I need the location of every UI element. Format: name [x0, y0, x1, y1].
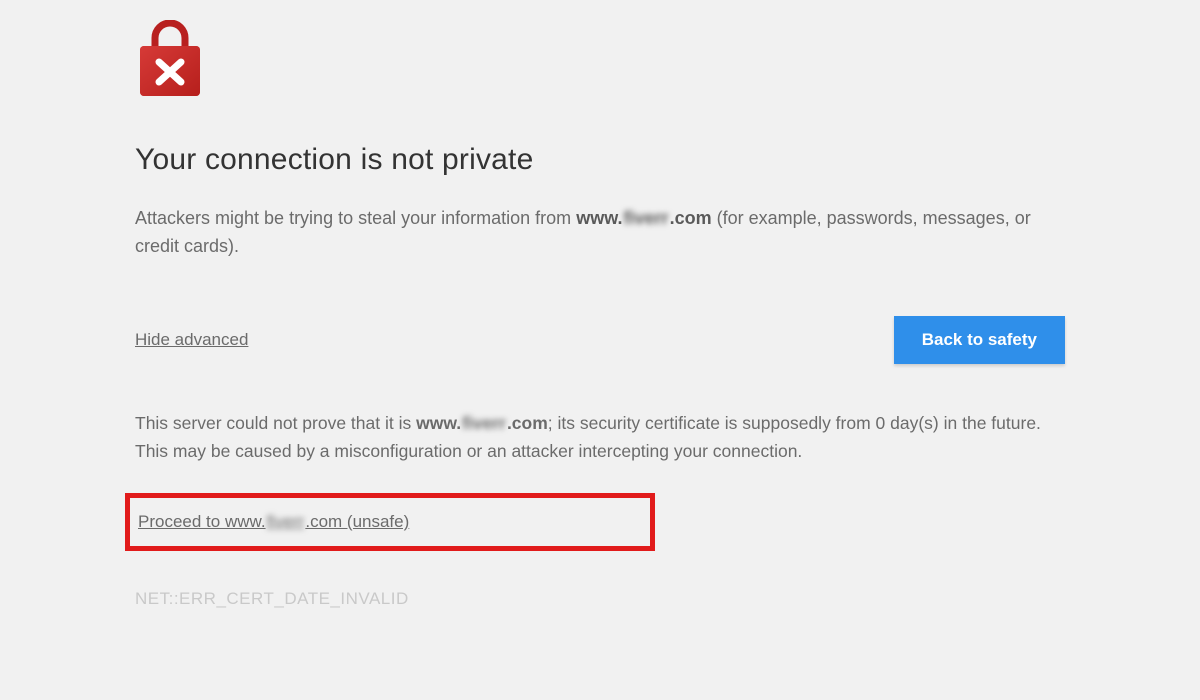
details-pre: This server could not prove that it is — [135, 413, 416, 433]
back-to-safety-button[interactable]: Back to safety — [894, 316, 1065, 364]
proceed-unsafe-link[interactable]: Proceed to www.fiverr.com (unsafe) — [138, 512, 409, 532]
actions-row: Hide advanced Back to safety — [135, 316, 1065, 364]
lock-x-icon — [135, 20, 1065, 103]
warning-heading: Your connection is not private — [135, 143, 1065, 177]
warning-body: Attackers might be trying to steal your … — [135, 205, 1065, 261]
hide-advanced-link[interactable]: Hide advanced — [135, 330, 248, 350]
proceed-highlight-box: Proceed to www.fiverr.com (unsafe) — [125, 493, 655, 551]
warning-pre: Attackers might be trying to steal your … — [135, 208, 576, 228]
ssl-warning-page: Your connection is not private Attackers… — [0, 0, 1200, 609]
error-code: NET::ERR_CERT_DATE_INVALID — [135, 589, 1065, 609]
details-domain: www.fiverr.com — [416, 409, 548, 437]
warning-domain: www.fiverr.com — [576, 205, 711, 233]
advanced-details: This server could not prove that it is w… — [135, 409, 1065, 465]
